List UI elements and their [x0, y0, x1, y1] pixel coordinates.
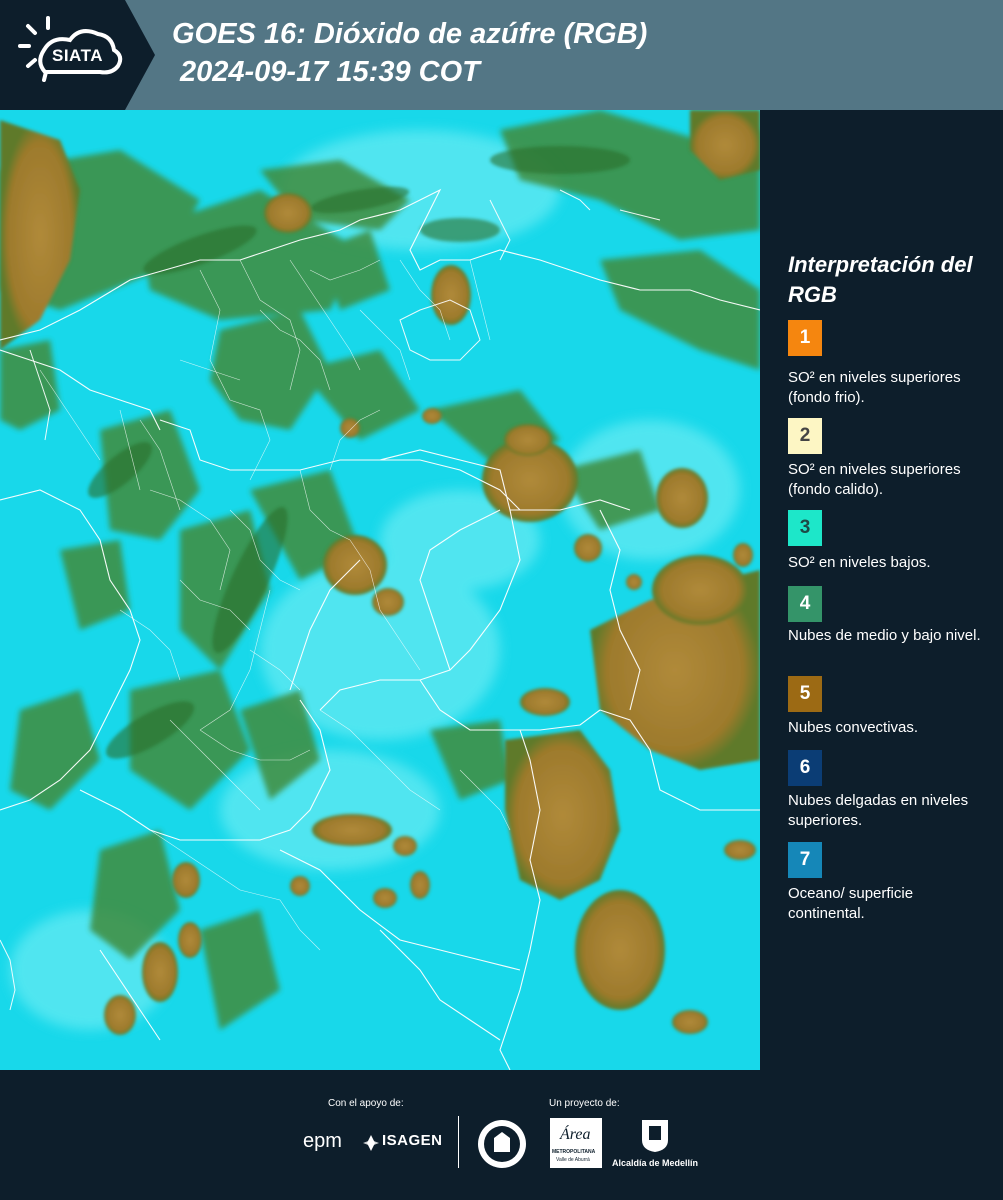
siata-logo: SIATA — [0, 0, 155, 110]
project-label: Un proyecto de: — [549, 1098, 620, 1109]
logo-text: SIATA — [52, 46, 103, 65]
legend-label-7: Oceano/ superficie continental. — [788, 885, 914, 922]
isagen-logo: ISAGEN — [382, 1132, 443, 1149]
legend-number-1: 1 — [799, 327, 811, 348]
alcaldia-label: Alcaldía de Medellín — [612, 1158, 699, 1168]
support-label: Con el apoyo de: — [328, 1098, 404, 1109]
area-metropolitana-logo: Área METROPOLITANA Valle de Aburrá — [550, 1118, 602, 1168]
epm-logo: epm — [303, 1130, 342, 1152]
legend-number-3: 3 — [799, 517, 811, 538]
legend-swatch-1: 1 — [788, 320, 822, 356]
legend-label-1: SO² en niveles superiores (fondo frio). — [788, 369, 961, 406]
area-logo-name: Área — [560, 1126, 591, 1143]
medellin-seal-icon — [478, 1120, 526, 1168]
area-logo-sub2: Valle de Aburrá — [556, 1157, 590, 1163]
legend-swatch-4: 4 — [788, 586, 822, 622]
legend-label-3: SO² en niveles bajos. — [788, 554, 931, 571]
legend-swatch-3: 3 — [788, 510, 822, 546]
legend-panel: Interpretación del RGB 1 SO² en niveles … — [760, 110, 1003, 1070]
legend-number-7: 7 — [799, 849, 811, 870]
footer: Con el apoyo de: Un proyecto de: epm ISA… — [0, 1070, 1003, 1200]
legend-label-4: Nubes de medio y bajo nivel. — [788, 627, 981, 644]
legend-swatch-7: 7 — [788, 842, 822, 878]
legend-number-5: 5 — [799, 683, 811, 704]
legend-label-2: SO² en niveles superiores (fondo calido)… — [788, 461, 961, 498]
legend-swatch-5: 5 — [788, 676, 822, 712]
legend-label-5: Nubes convectivas. — [788, 719, 919, 736]
legend-label-6: Nubes delgadas en niveles superiores. — [788, 792, 969, 829]
legend-title: Interpretación del RGB — [788, 252, 973, 307]
alcaldia-shield-icon — [642, 1120, 668, 1152]
legend-number-6: 6 — [799, 757, 811, 778]
area-logo-sub: METROPOLITANA — [552, 1149, 596, 1155]
satellite-map — [0, 110, 760, 1070]
page-timestamp: 2024-09-17 15:39 COT — [180, 56, 480, 88]
footer-divider — [458, 1116, 459, 1168]
legend-number-4: 4 — [799, 593, 811, 614]
isagen-icon — [363, 1135, 379, 1151]
legend-swatch-6: 6 — [788, 750, 822, 786]
satellite-image — [0, 110, 760, 1070]
header-bar: SIATA GOES 16: Dióxido de azúfre (RGB) 2… — [0, 0, 1003, 110]
page-title: GOES 16: Dióxido de azúfre (RGB) — [172, 18, 648, 50]
legend-number-2: 2 — [799, 425, 811, 446]
legend-swatch-2: 2 — [788, 418, 822, 454]
